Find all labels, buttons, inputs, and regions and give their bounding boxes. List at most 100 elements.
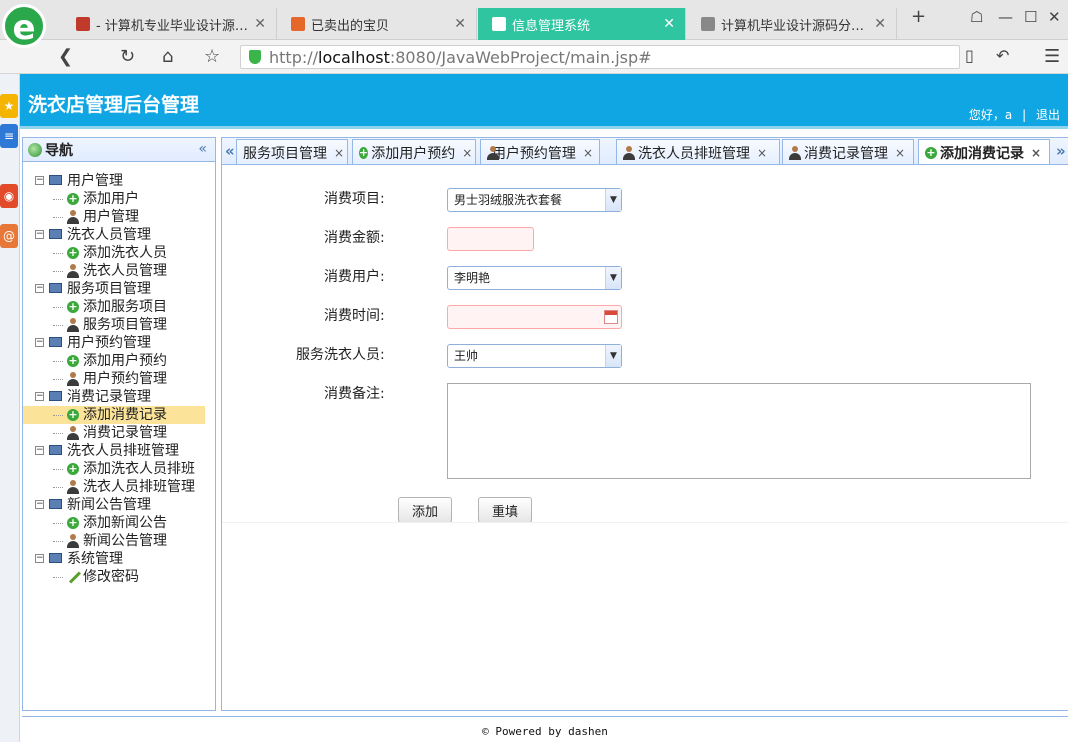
tree-connector xyxy=(53,541,63,542)
browser-tab[interactable]: - 计算机专业毕业设计源码P ✕ xyxy=(62,8,277,40)
staff-label: 服务洗衣人员: xyxy=(296,347,385,363)
nav-item[interactable]: 用户预约管理 xyxy=(23,370,215,388)
app-header: 洗衣店管理后台管理 您好，a | 退出 xyxy=(20,74,1068,129)
nav-group[interactable]: − 洗衣人员管理 xyxy=(23,226,215,244)
content-tab[interactable]: 用户预约管理 × xyxy=(480,139,600,164)
tabs-scroll-right-button[interactable]: » xyxy=(1056,142,1066,160)
content-tab[interactable]: 服务项目管理 × xyxy=(236,139,348,164)
content-tab-label: 服务项目管理 xyxy=(243,145,327,162)
nav-item[interactable]: + 添加服务项目 xyxy=(23,298,215,316)
item-label: 消费项目: xyxy=(324,191,385,207)
close-tab-icon[interactable]: ✕ xyxy=(663,16,675,32)
maximize-button[interactable]: ☐ xyxy=(1024,8,1037,26)
nav-group[interactable]: − 用户管理 xyxy=(23,172,215,190)
browser-tab[interactable]: 计算机毕业设计源码分享-2 ✕ xyxy=(687,8,897,40)
favorites-star-icon[interactable]: ★ xyxy=(0,94,18,118)
collapse-toggle-icon[interactable]: − xyxy=(35,230,44,239)
browser-tab-title: 已卖出的宝贝 xyxy=(311,18,390,34)
user-select[interactable]: 李明艳 ▼ xyxy=(447,266,622,290)
collapse-toggle-icon[interactable]: − xyxy=(35,446,44,455)
favorite-star-icon[interactable]: ☆ xyxy=(204,46,220,67)
undo-icon[interactable]: ↶ xyxy=(996,46,1009,65)
collapse-toggle-icon[interactable]: − xyxy=(35,338,44,347)
calendar-icon[interactable] xyxy=(604,310,618,324)
content-tab[interactable]: + 添加用户预约 × xyxy=(352,139,476,164)
add-button[interactable]: 添加 xyxy=(398,497,452,523)
nav-group[interactable]: − 新闻公告管理 xyxy=(23,496,215,514)
time-input[interactable] xyxy=(447,305,622,329)
close-tab-icon[interactable]: × xyxy=(462,146,472,160)
user-icon xyxy=(67,264,79,278)
close-tab-icon[interactable]: ✕ xyxy=(254,16,266,32)
browser-tab[interactable]: 信息管理系统 ✕ xyxy=(478,8,686,40)
content-tab[interactable]: + 添加消费记录 × xyxy=(918,139,1050,164)
nav-item[interactable]: 洗衣人员管理 xyxy=(23,262,215,280)
address-bar[interactable]: http://localhost:8080/JavaWebProject/mai… xyxy=(240,45,960,69)
item-select[interactable]: 男士羽绒服洗衣套餐 ▼ xyxy=(447,188,622,212)
nav-item-label: 添加洗衣人员排班 xyxy=(83,461,195,477)
add-icon: + xyxy=(925,146,937,159)
collapse-toggle-icon[interactable]: − xyxy=(35,392,44,401)
url-scheme: http:// xyxy=(269,47,319,67)
staff-select[interactable]: 王帅 ▼ xyxy=(447,344,622,368)
content-tab[interactable]: 洗衣人员排班管理 × xyxy=(616,139,780,164)
reader-icon[interactable]: ≡ xyxy=(0,124,18,148)
home-icon[interactable]: ⌂ xyxy=(162,46,173,67)
nav-item[interactable]: + 添加消费记录 xyxy=(23,406,205,424)
nav-item[interactable]: 新闻公告管理 xyxy=(23,532,215,550)
nav-item[interactable]: 用户管理 xyxy=(23,208,215,226)
bookmark-icon[interactable]: ▯ xyxy=(965,46,974,65)
menu-icon[interactable]: ☰ xyxy=(1044,46,1060,67)
close-tab-icon[interactable]: × xyxy=(1031,146,1041,160)
close-window-button[interactable]: ✕ xyxy=(1048,8,1061,26)
weibo-icon[interactable]: ◉ xyxy=(0,184,18,208)
close-tab-icon[interactable]: × xyxy=(757,146,767,160)
nav-item[interactable]: 洗衣人员排班管理 xyxy=(23,478,215,496)
close-tab-icon[interactable]: × xyxy=(334,146,344,160)
close-tab-icon[interactable]: ✕ xyxy=(874,16,886,32)
tree-connector xyxy=(53,379,63,380)
nav-item[interactable]: + 添加洗衣人员排班 xyxy=(23,460,215,478)
nav-group[interactable]: − 服务项目管理 xyxy=(23,280,215,298)
user-icon xyxy=(67,210,79,224)
back-icon[interactable]: ❮ xyxy=(58,46,73,67)
nav-item[interactable]: + 添加用户预约 xyxy=(23,352,215,370)
chevron-down-icon: ▼ xyxy=(605,267,621,289)
tabs-scroll-left-button[interactable]: « xyxy=(225,142,235,160)
nav-item[interactable]: 服务项目管理 xyxy=(23,316,215,334)
url-host: localhost xyxy=(318,47,390,67)
nav-group[interactable]: − 系统管理 xyxy=(23,550,215,568)
amount-label: 消费金额: xyxy=(324,230,385,246)
nav-group[interactable]: − 洗衣人员排班管理 xyxy=(23,442,215,460)
browser-tab[interactable]: 已卖出的宝贝 ✕ xyxy=(277,8,477,40)
nav-item[interactable]: + 添加洗衣人员 xyxy=(23,244,215,262)
logout-link[interactable]: 退出 xyxy=(1036,108,1060,122)
collapse-toggle-icon[interactable]: − xyxy=(35,284,44,293)
tree-connector xyxy=(53,433,63,434)
close-tab-icon[interactable]: × xyxy=(583,146,593,160)
nav-item[interactable]: + 添加新闻公告 xyxy=(23,514,215,532)
collapse-toggle-icon[interactable]: − xyxy=(35,500,44,509)
content-tab-label: 洗衣人员排班管理 xyxy=(638,145,750,162)
new-tab-button[interactable]: + xyxy=(911,6,926,27)
skin-icon[interactable]: ☖ xyxy=(970,8,983,26)
refresh-icon[interactable]: ↻ xyxy=(120,46,135,67)
minimize-button[interactable]: — xyxy=(998,8,1013,26)
close-tab-icon[interactable]: × xyxy=(895,146,905,160)
mail-icon[interactable]: @ xyxy=(0,224,18,248)
nav-item[interactable]: 修改密码 xyxy=(23,568,215,586)
nav-item[interactable]: + 添加用户 xyxy=(23,190,215,208)
close-tab-icon[interactable]: ✕ xyxy=(454,16,466,32)
memo-textarea[interactable] xyxy=(447,383,1031,479)
time-label: 消费时间: xyxy=(324,308,385,324)
reset-button[interactable]: 重填 xyxy=(478,497,532,523)
collapse-panel-button[interactable]: « xyxy=(198,141,207,157)
nav-group[interactable]: − 消费记录管理 xyxy=(23,388,215,406)
nav-item[interactable]: 消费记录管理 xyxy=(23,424,215,442)
collapse-toggle-icon[interactable]: − xyxy=(35,554,44,563)
nav-group-label: 系统管理 xyxy=(67,551,123,567)
amount-input[interactable] xyxy=(447,227,534,251)
content-tab[interactable]: 消费记录管理 × xyxy=(782,139,914,164)
collapse-toggle-icon[interactable]: − xyxy=(35,176,44,185)
nav-group[interactable]: − 用户预约管理 xyxy=(23,334,215,352)
